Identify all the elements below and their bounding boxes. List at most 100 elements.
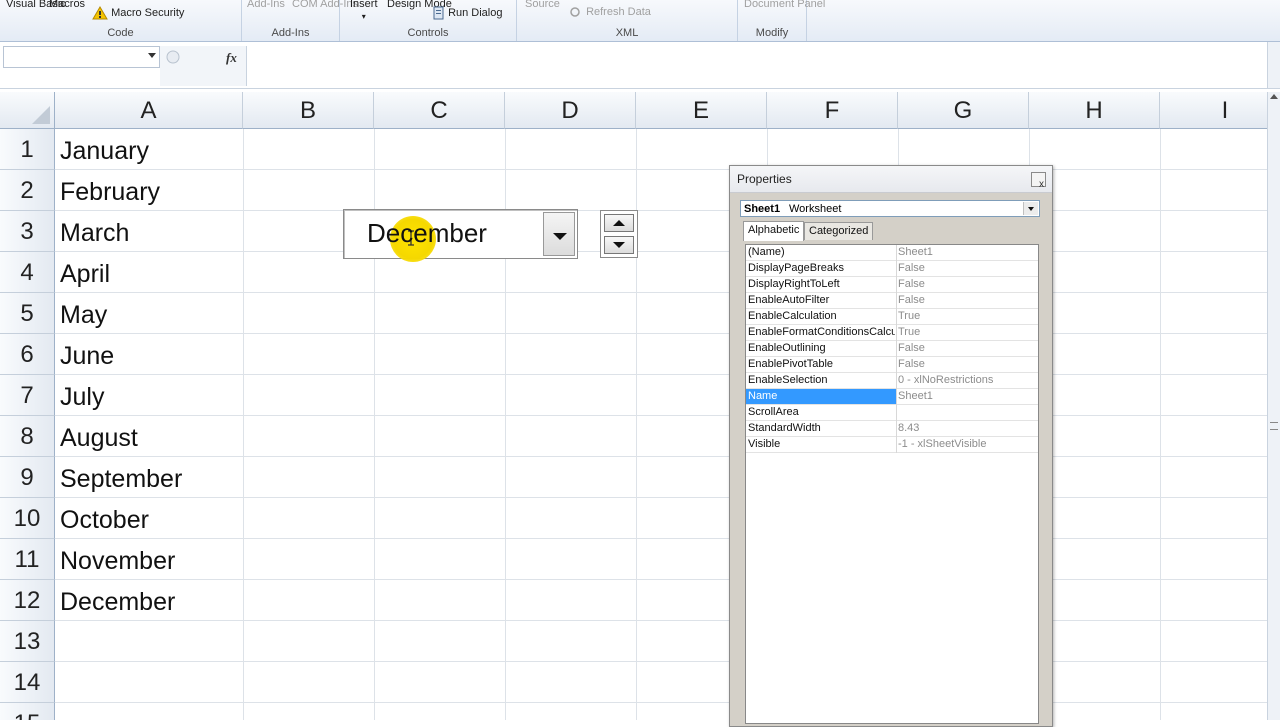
tab-categorized[interactable]: Categorized <box>804 222 874 240</box>
property-row[interactable]: EnableAutoFilter False <box>746 293 1038 309</box>
column-header-e[interactable]: E <box>636 92 767 129</box>
row-header[interactable]: 15 <box>0 703 55 720</box>
property-row[interactable]: Name Sheet1 <box>746 389 1038 405</box>
dropdown-arrow-icon <box>553 233 567 240</box>
row-header[interactable]: 6 <box>0 334 55 375</box>
column-header-i[interactable]: I <box>1160 92 1268 129</box>
column-header-h[interactable]: H <box>1029 92 1160 129</box>
chevron-down-icon[interactable] <box>1023 202 1038 215</box>
property-value[interactable]: False <box>898 278 1038 290</box>
column-header-d[interactable]: D <box>505 92 636 129</box>
row-header[interactable]: 2 <box>0 170 55 211</box>
cell-a[interactable]: January <box>55 129 243 170</box>
property-row[interactable]: EnableFormatConditionsCalculationTrue <box>746 325 1038 341</box>
spin-button[interactable] <box>600 210 638 258</box>
property-value[interactable]: 8.43 <box>898 422 1038 434</box>
row-header[interactable]: 12 <box>0 580 55 621</box>
property-row[interactable]: EnableSelection 0 - xlNoRestrictions <box>746 373 1038 389</box>
property-value[interactable]: False <box>898 294 1038 306</box>
property-value[interactable]: -1 - xlSheetVisible <box>898 438 1038 450</box>
macros-button[interactable]: Macros <box>49 0 85 10</box>
row-header[interactable]: 11 <box>0 539 55 580</box>
row-header[interactable]: 13 <box>0 621 55 662</box>
row-header[interactable]: 9 <box>0 457 55 498</box>
property-value[interactable]: Sheet1 <box>898 246 1038 258</box>
design-mode-button[interactable]: Design Mode <box>387 0 452 10</box>
column-header-g[interactable]: G <box>898 92 1029 129</box>
cell-a[interactable]: October <box>55 498 243 539</box>
property-row[interactable]: EnableOutlining False <box>746 341 1038 357</box>
resize-handle-icon[interactable] <box>166 50 180 64</box>
property-row[interactable]: StandardWidth 8.43 <box>746 421 1038 437</box>
property-row[interactable]: DisplayRightToLeft False <box>746 277 1038 293</box>
com-addins-button[interactable]: COM Add-Ins <box>292 0 358 10</box>
cell-a[interactable]: June <box>55 334 243 375</box>
column-header-f[interactable]: F <box>767 92 898 129</box>
property-name: Visible <box>748 438 781 450</box>
row-header[interactable]: 3 <box>0 211 55 252</box>
properties-window[interactable]: Properties x Sheet1 Worksheet Alphabetic… <box>729 165 1053 727</box>
name-box[interactable] <box>3 46 160 68</box>
property-value[interactable]: True <box>898 326 1038 338</box>
cell-a[interactable]: March <box>55 211 243 252</box>
property-grid: (Name) Sheet1 DisplayPageBreaks False Displa… <box>745 244 1039 724</box>
property-row[interactable]: Visible -1 - xlSheetVisible <box>746 437 1038 453</box>
row-header[interactable]: 8 <box>0 416 55 457</box>
cell-a[interactable]: December <box>55 580 243 621</box>
addins-button[interactable]: Add-Ins <box>247 0 285 10</box>
row-header[interactable]: 1 <box>0 129 55 170</box>
grid-line <box>243 129 244 720</box>
row-header[interactable]: 5 <box>0 293 55 334</box>
select-all-button[interactable] <box>0 92 55 129</box>
property-row[interactable]: ScrollArea <box>746 405 1038 421</box>
property-value[interactable]: False <box>898 262 1038 274</box>
scroll-up-icon[interactable] <box>1270 94 1278 99</box>
insert-function-button[interactable]: fx <box>226 50 237 66</box>
formula-input[interactable] <box>248 46 1266 86</box>
cell-a[interactable]: August <box>55 416 243 457</box>
document-panel-button[interactable]: Document Panel <box>744 0 825 10</box>
row-header[interactable]: 10 <box>0 498 55 539</box>
spin-down-button[interactable] <box>604 236 634 254</box>
scroll-grip-icon[interactable] <box>1270 422 1278 430</box>
cell-a[interactable]: May <box>55 293 243 334</box>
property-row[interactable]: (Name) Sheet1 <box>746 245 1038 261</box>
cell-a[interactable] <box>55 621 243 662</box>
column-header-b[interactable]: B <box>243 92 374 129</box>
run-dialog-button[interactable]: Run Dialog <box>433 6 502 20</box>
source-button[interactable]: Source <box>525 0 560 10</box>
cell-a[interactable]: February <box>55 170 243 211</box>
vertical-scrollbar[interactable] <box>1267 92 1280 720</box>
column-header-a[interactable]: A <box>55 92 243 129</box>
close-button[interactable]: x <box>1031 172 1046 190</box>
month-combo-box[interactable]: December <box>343 209 578 259</box>
row-header[interactable]: 14 <box>0 662 55 703</box>
cell-a[interactable]: April <box>55 252 243 293</box>
property-row[interactable]: EnableCalculation True <box>746 309 1038 325</box>
cell-a[interactable] <box>55 662 243 703</box>
property-value[interactable]: 0 - xlNoRestrictions <box>898 374 1038 386</box>
macro-security-button[interactable]: Macro Security <box>92 6 184 20</box>
visual-basic-button[interactable]: Visual Basic <box>6 0 66 10</box>
tab-alphabetic[interactable]: Alphabetic <box>743 221 805 241</box>
row-header[interactable]: 7 <box>0 375 55 416</box>
property-value[interactable]: True <box>898 310 1038 322</box>
cell-a[interactable]: September <box>55 457 243 498</box>
insert-button[interactable]: Insert ▾ <box>350 0 378 23</box>
refresh-data-button[interactable]: Refresh Data <box>567 6 651 18</box>
property-row[interactable]: DisplayPageBreaks False <box>746 261 1038 277</box>
cell-a[interactable]: July <box>55 375 243 416</box>
cell-a[interactable]: November <box>55 539 243 580</box>
property-row[interactable]: EnablePivotTable False <box>746 357 1038 373</box>
column-header-c[interactable]: C <box>374 92 505 129</box>
row-header[interactable]: 4 <box>0 252 55 293</box>
property-value[interactable]: Sheet1 <box>898 390 1038 402</box>
property-value[interactable]: False <box>898 358 1038 370</box>
spin-up-button[interactable] <box>604 214 634 232</box>
formula-bar-expand[interactable] <box>1267 42 1280 88</box>
property-value[interactable]: False <box>898 342 1038 354</box>
combo-dropdown-button[interactable] <box>543 212 575 256</box>
cell-a[interactable] <box>55 703 243 720</box>
object-selector[interactable]: Sheet1 Worksheet <box>740 200 1040 217</box>
properties-title-bar[interactable]: Properties x <box>730 166 1052 193</box>
